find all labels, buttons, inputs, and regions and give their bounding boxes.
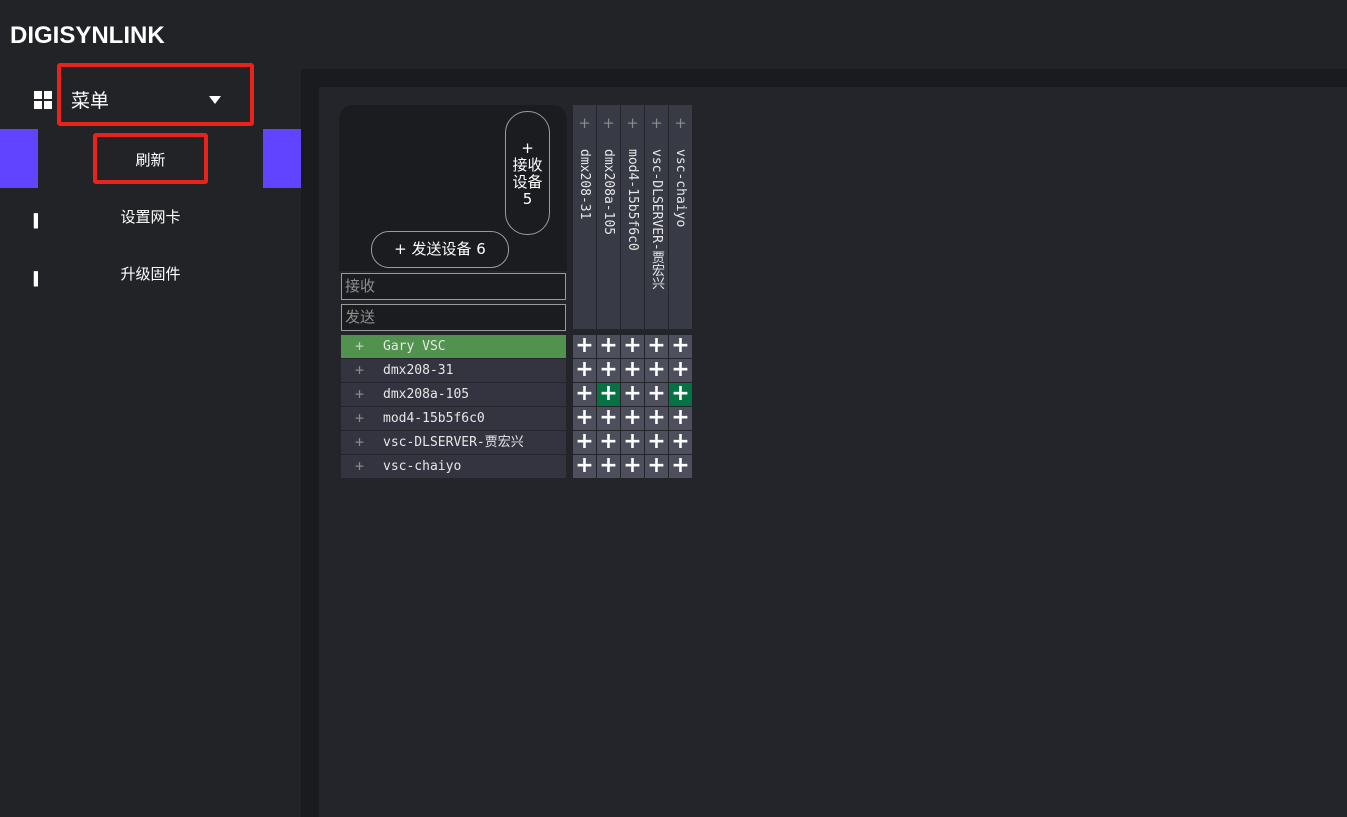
receiver-column[interactable]: + dmx208a-105 <box>597 105 620 329</box>
expand-icon[interactable]: + <box>355 431 367 454</box>
route-cell[interactable]: + <box>573 335 596 358</box>
sidebar-active-item[interactable] <box>0 129 38 188</box>
route-cell[interactable]: + <box>597 431 620 454</box>
receiver-name: dmx208-31 <box>577 149 592 220</box>
route-cell[interactable]: + <box>573 407 596 430</box>
add-receiver-count: 5 <box>522 190 533 208</box>
expand-icon[interactable]: + <box>355 455 367 478</box>
route-cell[interactable]: + <box>669 431 692 454</box>
route-cell[interactable]: + <box>597 335 620 358</box>
sender-row[interactable]: + vsc-DLSERVER-贾宏兴 <box>341 431 566 454</box>
expand-icon[interactable]: + <box>621 115 644 131</box>
receiver-column[interactable]: + dmx208-31 <box>573 105 596 329</box>
route-cell[interactable]: + <box>573 383 596 406</box>
sender-row[interactable]: + vsc-chaiyo <box>341 455 566 478</box>
route-cell[interactable]: + <box>669 455 692 478</box>
send-filter-input[interactable]: 发送 <box>341 304 566 331</box>
expand-icon[interactable]: + <box>645 115 668 131</box>
route-cell[interactable]: + <box>669 407 692 430</box>
receiver-name: mod4-15b5f6c0 <box>625 149 640 251</box>
add-receiver-plus: + <box>521 139 534 157</box>
add-receiver-label: 接收设备 <box>512 156 543 191</box>
add-receiver-button[interactable]: + 接收设备 5 <box>505 111 550 235</box>
dashboard-icon[interactable] <box>34 91 52 109</box>
sender-name: dmx208-31 <box>383 363 454 378</box>
route-cell[interactable]: + <box>597 359 620 382</box>
receiver-column[interactable]: + mod4-15b5f6c0 <box>621 105 644 329</box>
expand-icon[interactable]: + <box>669 115 692 131</box>
route-cell[interactable]: + <box>669 335 692 358</box>
sender-row[interactable]: + Gary VSC <box>341 335 566 358</box>
route-cell[interactable]: + <box>621 431 644 454</box>
route-cell[interactable]: + <box>645 407 668 430</box>
route-cell[interactable]: + <box>621 407 644 430</box>
route-cell[interactable]: + <box>573 455 596 478</box>
route-cell[interactable]: + <box>597 383 620 406</box>
route-cell[interactable]: + <box>645 359 668 382</box>
route-cell[interactable]: + <box>597 407 620 430</box>
expand-icon[interactable]: + <box>355 407 367 430</box>
route-cell[interactable]: + <box>669 383 692 406</box>
sender-row[interactable]: + dmx208-31 <box>341 359 566 382</box>
refresh-highlight-box <box>93 133 208 184</box>
app-logo: DIGISYNLINK <box>10 22 165 49</box>
route-cell[interactable]: + <box>645 335 668 358</box>
receiver-column[interactable]: + vsc-DLSERVER-贾宏兴 <box>645 105 668 329</box>
menu-item-network-card[interactable]: 设置网卡 <box>38 206 263 227</box>
sender-name: Gary VSC <box>383 339 446 354</box>
sender-name: vsc-chaiyo <box>383 459 462 474</box>
receiver-name: vsc-DLSERVER-贾宏兴 <box>649 149 664 290</box>
sender-row[interactable]: + mod4-15b5f6c0 <box>341 407 566 430</box>
menu-highlight-box <box>57 63 254 126</box>
route-cell[interactable]: + <box>669 359 692 382</box>
route-cell[interactable]: + <box>621 359 644 382</box>
route-cell[interactable]: + <box>621 335 644 358</box>
receiver-name: dmx208a-105 <box>601 149 616 236</box>
receiver-name: vsc-chaiyo <box>673 149 688 228</box>
receiver-column[interactable]: + vsc-chaiyo <box>669 105 692 329</box>
sender-name: mod4-15b5f6c0 <box>383 411 485 426</box>
menu-item-upgrade-firmware[interactable]: 升级固件 <box>38 263 263 284</box>
add-sender-button[interactable]: + 发送设备 6 <box>371 231 509 268</box>
sender-row[interactable]: + dmx208a-105 <box>341 383 566 406</box>
route-cell[interactable]: + <box>645 383 668 406</box>
sender-name: dmx208a-105 <box>383 387 470 402</box>
sender-name: vsc-DLSERVER-贾宏兴 <box>383 435 524 450</box>
sidebar-active-item-edge[interactable] <box>263 129 301 188</box>
route-cell[interactable]: + <box>597 455 620 478</box>
route-cell[interactable]: + <box>573 359 596 382</box>
expand-icon[interactable]: + <box>355 383 367 406</box>
route-cell[interactable]: + <box>621 383 644 406</box>
route-cell[interactable]: + <box>573 431 596 454</box>
receive-filter-input[interactable]: 接收 <box>341 273 566 300</box>
expand-icon[interactable]: + <box>573 115 596 131</box>
expand-icon[interactable]: + <box>355 335 367 358</box>
expand-icon[interactable]: + <box>597 115 620 131</box>
route-cell[interactable]: + <box>645 431 668 454</box>
expand-icon[interactable]: + <box>355 359 367 382</box>
route-cell[interactable]: + <box>645 455 668 478</box>
route-cell[interactable]: + <box>621 455 644 478</box>
